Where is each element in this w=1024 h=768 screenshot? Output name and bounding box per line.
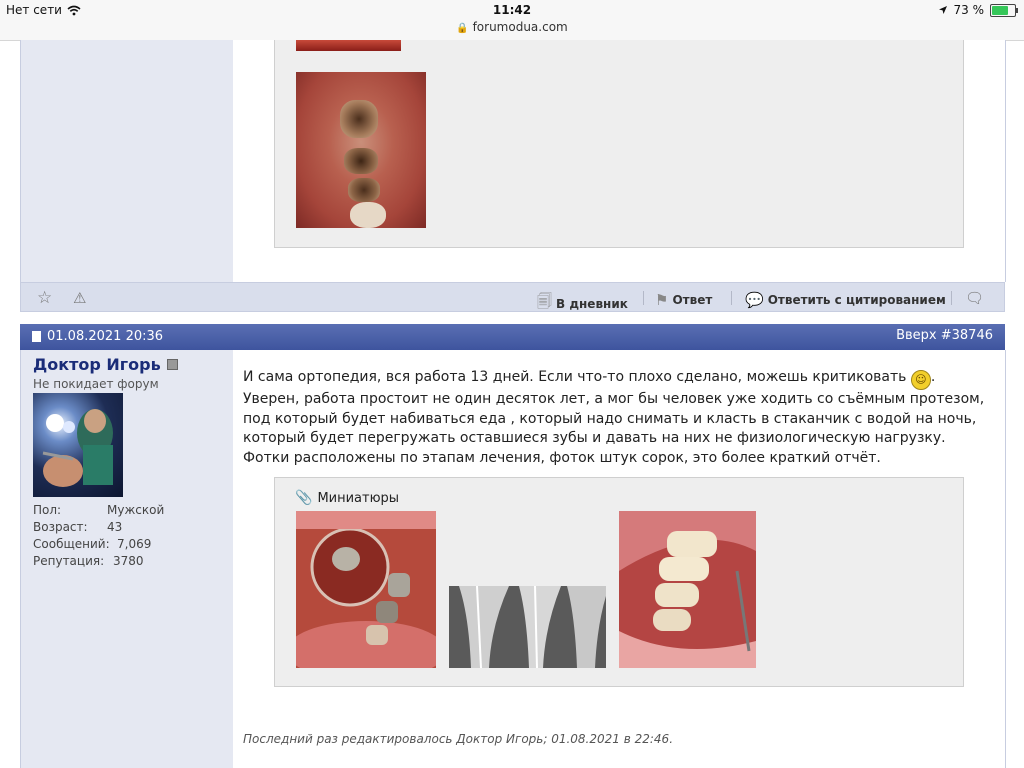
field-label: Возраст: — [33, 520, 88, 534]
toolbar-divider — [731, 291, 732, 305]
attachment-image-teeth[interactable] — [296, 72, 426, 228]
warning-icon[interactable]: ⚠ — [73, 289, 86, 307]
post-date-text: 01.08.2021 20:36 — [47, 329, 164, 344]
field-value: 43 — [107, 520, 123, 534]
quote-reply-button[interactable]: 💬 Ответить с цитированием — [745, 291, 946, 309]
attachment-thumbnail-xray[interactable] — [449, 586, 606, 668]
battery-percent: 73 % — [953, 3, 985, 17]
diary-icon: 🗐 — [537, 292, 552, 310]
toolbar-divider — [643, 291, 644, 305]
attachments-box: 📎 Миниатюры — [274, 477, 964, 687]
post-icon — [32, 331, 41, 342]
multiquote-icon[interactable]: 🗨 — [965, 289, 984, 307]
battery-tip — [1016, 7, 1018, 13]
post-author-sidebar — [20, 40, 234, 282]
diary-label: В дневник — [556, 296, 628, 311]
quote-icon: 💬 — [745, 291, 764, 309]
online-status-icon — [166, 359, 178, 370]
field-label: Сообщений: — [33, 537, 110, 551]
author-title: Не покидает форум — [33, 377, 159, 391]
clock: 11:42 — [492, 3, 532, 17]
message-text: И сама ортопедия, вся работа 13 дней. Ес… — [243, 369, 911, 385]
post-header-links: Вверх #38746 — [896, 328, 993, 343]
reply-label: Ответ — [672, 293, 713, 307]
forum-thread: ☆ ⚠ 🗐 В дневник ⚑ Ответ 💬 Ответить с цит… — [20, 40, 1006, 768]
ios-status-bar: Нет сети 11:42 🔒 forumodua.com 73 % — [0, 0, 1024, 41]
avatar[interactable] — [33, 393, 123, 497]
address-bar[interactable]: 🔒 forumodua.com — [0, 20, 1024, 34]
attachments-title: Миниатюры — [317, 490, 400, 506]
post-message: И сама ортопедия, вся работа 13 дней. Ес… — [243, 368, 995, 468]
toolbar-divider — [951, 291, 952, 305]
battery-icon — [990, 3, 1018, 17]
attachment-thumbnail-mirror[interactable] — [296, 511, 436, 668]
location-icon — [938, 6, 947, 14]
attachment-image-thumbnail[interactable] — [296, 40, 401, 51]
lock-icon: 🔒 — [456, 23, 469, 34]
attachment-thumbnail-crowns[interactable] — [619, 511, 756, 668]
field-value: Мужской — [107, 503, 165, 517]
post-author-sidebar: Доктор Игорь Не покидает форум Пол: Мужс… — [20, 350, 234, 768]
attachments-header: 📎 Миниатюры — [295, 490, 399, 506]
paperclip-icon: 📎 — [295, 490, 313, 506]
post-number-link[interactable]: #38746 — [941, 328, 993, 343]
reply-button[interactable]: ⚑ Ответ — [655, 291, 712, 309]
edited-note: Последний раз редактировалось Доктор Иго… — [243, 732, 674, 746]
author-name-text: Доктор Игорь — [33, 355, 161, 374]
smiley-icon: ☺ — [910, 370, 931, 390]
quote-label: Ответить с цитированием — [767, 293, 946, 307]
url-text: forumodua.com — [472, 20, 568, 34]
post-content: И сама ортопедия, вся работа 13 дней. Ес… — [233, 350, 1006, 768]
top-link[interactable]: Вверх — [896, 328, 937, 343]
post-toolbar: ☆ ⚠ 🗐 В дневник ⚑ Ответ 💬 Ответить с цит… — [20, 282, 1005, 312]
field-label: Пол: — [33, 503, 62, 517]
field-value: 7,069 — [117, 537, 152, 551]
status-right: 73 % — [938, 3, 1018, 17]
reply-icon: ⚑ — [655, 291, 669, 309]
author-name[interactable]: Доктор Игорь — [33, 355, 178, 374]
post-date: 01.08.2021 20:36 — [32, 329, 163, 344]
avatar-image — [42, 409, 113, 487]
star-icon[interactable]: ☆ — [37, 288, 52, 308]
battery-fill — [992, 5, 1008, 15]
post-header: 01.08.2021 20:36 Вверх #38746 — [20, 324, 1005, 350]
field-label: Репутация: — [33, 554, 105, 568]
field-value: 3780 — [113, 554, 144, 568]
add-to-diary-button[interactable]: 🗐 В дневник — [537, 291, 628, 316]
